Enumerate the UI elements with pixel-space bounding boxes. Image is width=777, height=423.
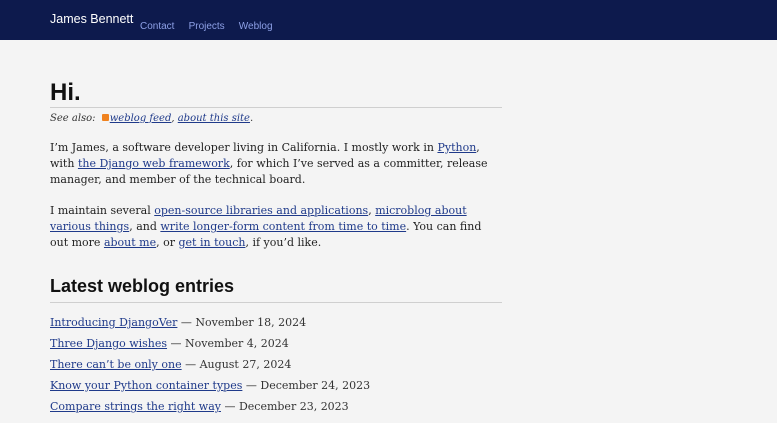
list-item: There can’t be only one — August 27, 202… [50,358,370,379]
list-item: Know your Python container types — Decem… [50,379,370,400]
maintain-text-1: I maintain several [50,204,155,217]
latest-divider [50,302,502,303]
oss-link[interactable]: open-source libraries and applications [154,204,368,217]
nav-contact[interactable]: Contact [140,21,174,32]
intro-paragraph: I’m James, a software developer living i… [50,140,502,188]
about-me-link[interactable]: about me [104,236,156,249]
entry-date: — December 23, 2023 [220,400,349,413]
maintain-text-6: , if you’d like. [245,236,322,249]
python-link[interactable]: Python [437,141,476,154]
about-site-link[interactable]: about this site [178,113,250,124]
weblog-feed-link[interactable]: weblog feed [110,113,172,124]
site-header: James Bennett Contact Projects Weblog [0,0,777,40]
longform-link[interactable]: write longer-form content from time to t… [160,220,406,233]
page-title: Hi. [50,79,81,106]
maintain-text-5: , or [156,236,179,249]
maintain-paragraph: I maintain several open-source libraries… [50,203,502,251]
entry-date: — November 18, 2024 [177,316,307,329]
list-item: Three Django wishes — November 4, 2024 [50,337,370,358]
maintain-text-3: , and [129,220,161,233]
entry-link[interactable]: Three Django wishes [50,337,167,350]
nav-projects[interactable]: Projects [189,21,225,32]
see-also-label: See also: [50,113,96,124]
entries-list: Introducing DjangoVer — November 18, 202… [50,316,370,421]
django-link[interactable]: the Django web framework [78,157,230,170]
see-also: See also: weblog feed, about this site. [50,113,254,124]
title-divider [50,107,502,108]
list-item: Compare strings the right way — December… [50,400,370,421]
entry-link[interactable]: There can’t be only one [50,358,182,371]
entry-link[interactable]: Know your Python container types [50,379,242,392]
list-item: Introducing DjangoVer — November 18, 202… [50,316,370,337]
entry-date: — December 24, 2023 [242,379,371,392]
intro-text-1: I’m James, a software developer living i… [50,141,438,154]
entry-date: — August 27, 2024 [181,358,292,371]
main-nav: Contact Projects Weblog [140,14,282,33]
nav-weblog[interactable]: Weblog [239,21,273,32]
entry-link[interactable]: Introducing DjangoVer [50,316,177,329]
entry-date: — November 4, 2024 [167,337,289,350]
entry-link[interactable]: Compare strings the right way [50,400,221,413]
latest-entries-heading: Latest weblog entries [50,276,235,296]
rss-feed-icon [101,114,109,121]
get-in-touch-link[interactable]: get in touch [179,236,246,249]
site-brand-link[interactable]: James Bennett [50,12,133,26]
